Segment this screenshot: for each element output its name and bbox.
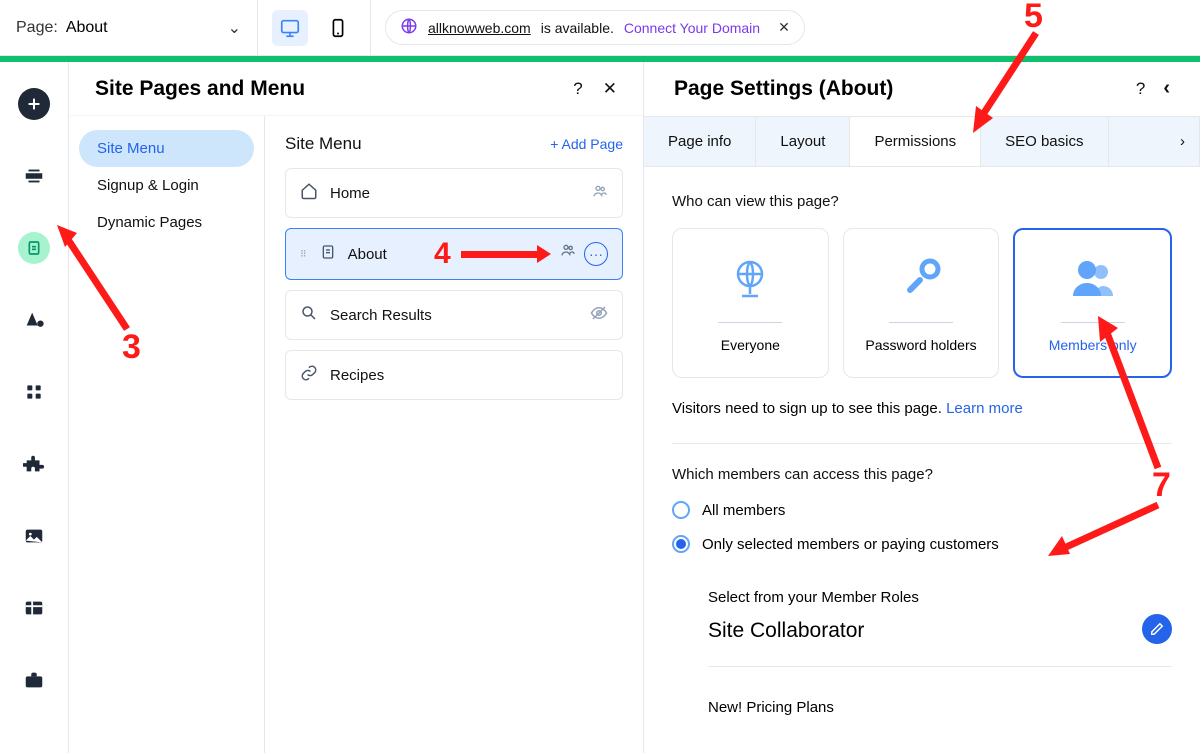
tab-seo[interactable]: SEO basics	[981, 117, 1108, 166]
add-page-button[interactable]: + Add Page	[550, 136, 623, 152]
pages-list: Site Menu + Add Page Home ⠿	[265, 116, 643, 753]
domain-name[interactable]: allknowweb.com	[428, 20, 531, 36]
mobile-view-button[interactable]	[320, 10, 356, 46]
pages-left-tabs: Site Menu Signup & Login Dynamic Pages	[69, 116, 265, 753]
radio-selected-members[interactable]: Only selected members or paying customer…	[672, 535, 1172, 553]
tab-page-info[interactable]: Page info	[644, 117, 756, 166]
hidden-icon	[590, 304, 608, 326]
device-switcher	[258, 0, 371, 55]
main-area: Site Pages and Menu ? ✕ Site Menu Signup…	[0, 62, 1200, 753]
chevron-down-icon: ⌄	[228, 18, 241, 38]
page-item-search[interactable]: Search Results	[285, 290, 623, 340]
edit-role-button[interactable]	[1142, 614, 1172, 644]
members-icon	[1067, 254, 1119, 308]
top-bar: Page: About ⌄ allknowweb.com is availabl…	[0, 0, 1200, 56]
who-can-view-heading: Who can view this page?	[672, 193, 1172, 210]
settings-title: Page Settings (About)	[674, 77, 893, 101]
page-item-label: About	[348, 246, 387, 263]
which-members-heading: Which members can access this page?	[672, 466, 1172, 483]
permission-cards: Everyone Password holders Members only	[672, 228, 1172, 378]
radio-label: All members	[702, 502, 785, 519]
globe-on-stand-icon	[726, 254, 774, 308]
page-selector[interactable]: Page: About ⌄	[0, 0, 258, 55]
domain-pill: allknowweb.com is available. Connect You…	[385, 10, 805, 45]
desktop-view-button[interactable]	[272, 10, 308, 46]
chevron-left-icon[interactable]: ‹	[1163, 77, 1170, 100]
page-item-label: Recipes	[330, 367, 384, 384]
link-icon	[300, 364, 318, 386]
radio-label: Only selected members or paying customer…	[702, 536, 999, 553]
pricing-plans-heading: New! Pricing Plans	[708, 699, 1172, 716]
page-actions-button[interactable]: ···	[584, 242, 608, 266]
permission-label: Members only	[1049, 337, 1137, 353]
member-roles-section: Select from your Member Roles Site Colla…	[672, 569, 1172, 716]
learn-more-text: Visitors need to sign up to see this pag…	[672, 400, 1172, 417]
close-icon[interactable]: ✕	[778, 19, 790, 36]
add-icon[interactable]	[18, 88, 50, 120]
apps-icon[interactable]	[18, 376, 50, 408]
roles-heading: Select from your Member Roles	[708, 589, 1172, 606]
data-icon[interactable]	[18, 592, 50, 624]
help-icon[interactable]: ?	[1136, 79, 1145, 99]
learn-more-link[interactable]: Learn more	[946, 400, 1023, 417]
page-item-label: Home	[330, 185, 370, 202]
tab-permissions[interactable]: Permissions	[850, 117, 981, 166]
annotation-4: 4	[434, 237, 541, 271]
page-item-about[interactable]: ⠿ About ··· 4	[285, 228, 623, 280]
role-name: Site Collaborator	[708, 619, 864, 643]
permission-everyone[interactable]: Everyone	[672, 228, 829, 378]
connect-domain-link[interactable]: Connect Your Domain	[624, 20, 760, 36]
tabs-scroll-right-button[interactable]: ›	[1109, 117, 1200, 166]
search-icon	[300, 304, 318, 326]
theme-icon[interactable]	[18, 304, 50, 336]
page-item-label: Search Results	[330, 307, 432, 324]
left-tab-signup-login[interactable]: Signup & Login	[79, 167, 254, 204]
tab-layout[interactable]: Layout	[756, 117, 850, 166]
pages-list-title: Site Menu	[285, 134, 362, 154]
left-tab-site-menu[interactable]: Site Menu	[79, 130, 254, 167]
settings-tabs: Page info Layout Permissions SEO basics …	[644, 116, 1200, 167]
drag-handle-icon[interactable]: ⠿	[300, 249, 308, 260]
domain-available-text: is available.	[541, 20, 614, 36]
help-icon[interactable]: ?	[573, 79, 582, 99]
pages-panel: Site Pages and Menu ? ✕ Site Menu Signup…	[69, 62, 644, 753]
pages-icon[interactable]	[18, 232, 50, 264]
page-item-home[interactable]: Home	[285, 168, 623, 218]
key-icon	[897, 254, 945, 308]
permission-password[interactable]: Password holders	[843, 228, 1000, 378]
sidebar-rail	[0, 62, 69, 753]
page-settings-panel: Page Settings (About) ? ‹ Page info Layo…	[644, 62, 1200, 753]
left-tab-dynamic-pages[interactable]: Dynamic Pages	[79, 204, 254, 241]
settings-body: Who can view this page? Everyone Passwor…	[644, 167, 1200, 753]
globe-icon	[400, 17, 418, 38]
sections-icon[interactable]	[18, 160, 50, 192]
business-icon[interactable]	[18, 664, 50, 696]
pages-panel-header: Site Pages and Menu ? ✕	[69, 62, 643, 116]
home-icon	[300, 182, 318, 204]
page-item-recipes[interactable]: Recipes	[285, 350, 623, 400]
permission-members[interactable]: Members only	[1013, 228, 1172, 378]
plugins-icon[interactable]	[18, 448, 50, 480]
page-selector-value: About	[66, 19, 108, 37]
radio-all-members[interactable]: All members	[672, 501, 1172, 519]
members-icon	[560, 242, 576, 266]
media-icon[interactable]	[18, 520, 50, 552]
pages-panel-title: Site Pages and Menu	[95, 77, 305, 101]
permission-label: Everyone	[721, 337, 780, 353]
close-icon[interactable]: ✕	[603, 79, 617, 99]
page-icon	[320, 244, 336, 264]
domain-banner: allknowweb.com is available. Connect You…	[371, 0, 1200, 55]
page-selector-label: Page:	[16, 19, 58, 37]
permission-label: Password holders	[865, 337, 976, 353]
members-icon	[592, 183, 608, 203]
settings-header: Page Settings (About) ? ‹	[644, 62, 1200, 116]
